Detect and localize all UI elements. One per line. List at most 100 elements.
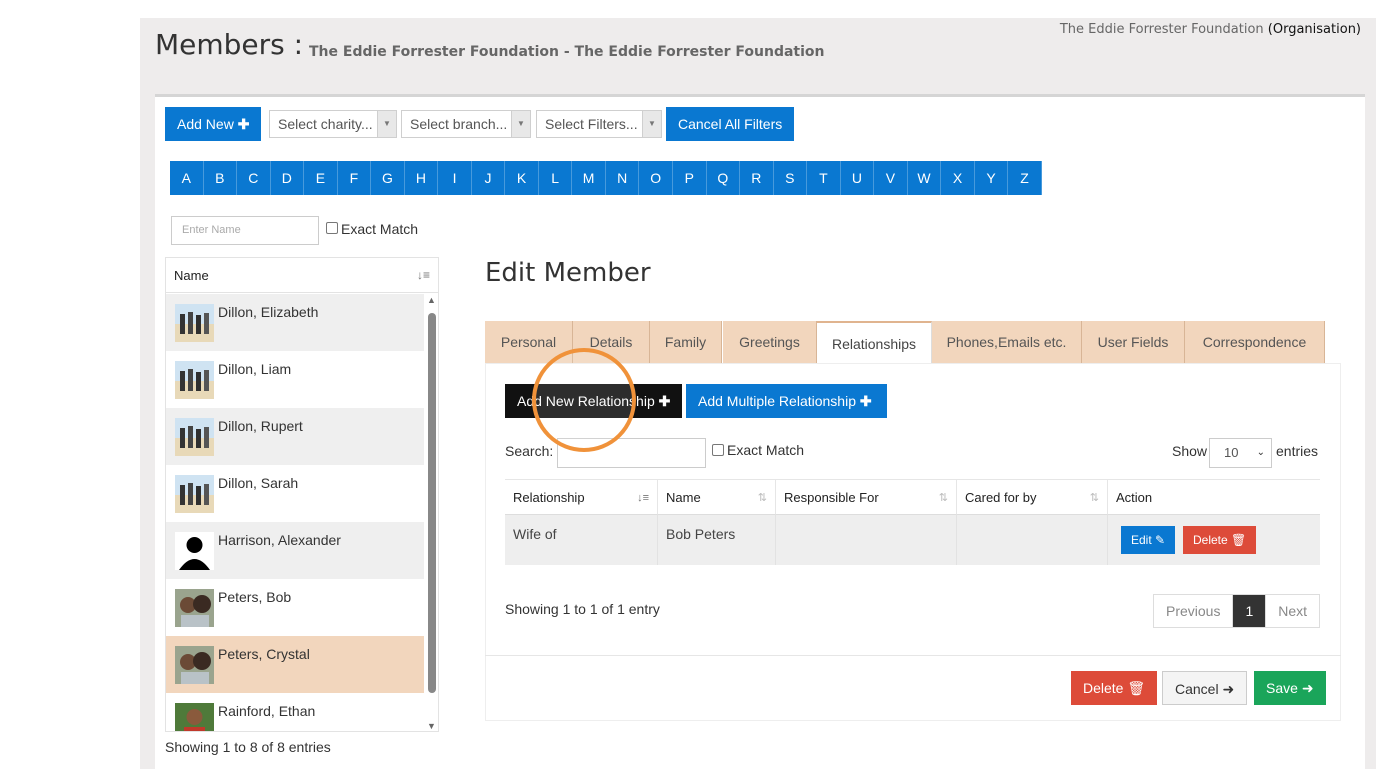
tab-phones-emails-etc[interactable]: Phones,Emails etc. (932, 321, 1082, 363)
delete-member-button[interactable]: Delete 🗑 (1071, 671, 1158, 705)
tab-greetings[interactable]: Greetings (723, 321, 817, 363)
next-page-button[interactable]: Next (1266, 595, 1319, 627)
relationship-exact-match-label: Exact Match (727, 442, 805, 458)
organisation-label: The Eddie Forrester Foundation (Organisa… (1060, 22, 1361, 37)
alphabet-letter-r[interactable]: R (740, 161, 774, 195)
plus-icon: ✚ (237, 116, 250, 132)
member-list-item[interactable]: Dillon, Rupert (166, 408, 424, 465)
scrollbar-thumb[interactable] (428, 313, 436, 693)
alphabet-letter-v[interactable]: V (874, 161, 908, 195)
delete-row-button[interactable]: Delete 🗑 (1183, 526, 1257, 554)
scroll-down-icon[interactable]: ▼ (427, 721, 436, 731)
alphabet-letter-x[interactable]: X (941, 161, 975, 195)
cell-responsible-for (776, 515, 957, 565)
cell-cared-for-by (957, 515, 1108, 565)
tab-family[interactable]: Family (650, 321, 722, 363)
member-name: Dillon, Elizabeth (218, 304, 319, 320)
save-button[interactable]: Save ➜ (1254, 671, 1326, 705)
filters-select-value: Select Filters... (545, 116, 638, 132)
alphabet-letter-k[interactable]: K (505, 161, 539, 195)
organisation-name: The Eddie Forrester Foundation (1059, 22, 1264, 37)
page-length-value: 10 (1224, 445, 1239, 460)
avatar (175, 703, 214, 731)
dropdown-arrow-icon: ▼ (377, 111, 396, 137)
column-header-cared-for-by[interactable]: Cared for by ⇅ (957, 479, 1108, 515)
alphabet-letter-d[interactable]: D (271, 161, 305, 195)
member-list-item[interactable]: Dillon, Liam (166, 351, 424, 408)
alphabet-letter-h[interactable]: H (405, 161, 439, 195)
member-list: Name ↓≡ Dillon, Elizabeth Dillon, Liam Dil… (165, 257, 439, 732)
alphabet-letter-m[interactable]: M (572, 161, 606, 195)
search-label: Search: (505, 443, 554, 459)
alphabet-letter-b[interactable]: B (204, 161, 238, 195)
alphabet-letter-z[interactable]: Z (1008, 161, 1042, 195)
alphabet-letter-c[interactable]: C (237, 161, 271, 195)
alphabet-letter-f[interactable]: F (338, 161, 372, 195)
member-list-item[interactable]: Dillon, Elizabeth (166, 294, 424, 351)
charity-select[interactable]: Select charity... ▼ (269, 110, 397, 138)
edit-icon: ✎ (1155, 533, 1166, 547)
member-list-item[interactable]: Peters, Bob (166, 579, 424, 636)
alphabet-letter-l[interactable]: L (539, 161, 573, 195)
organisation-type: (Organisation) (1267, 22, 1361, 37)
member-list-item[interactable]: Rainford, Ethan (166, 693, 424, 731)
branch-select-value: Select branch... (410, 116, 508, 132)
member-list-header[interactable]: Name ↓≡ (166, 258, 438, 293)
sort-icon: ↓≡ (637, 492, 649, 504)
delete-label: Delete (1193, 533, 1228, 547)
member-list-item[interactable]: Harrison, Alexander (166, 522, 424, 579)
page-1-button[interactable]: 1 (1233, 595, 1267, 627)
avatar (175, 304, 214, 342)
alphabet-letter-n[interactable]: N (606, 161, 640, 195)
exact-match-checkbox[interactable] (326, 222, 338, 234)
page-length-select[interactable]: 10 ⌄ (1209, 438, 1272, 468)
relationship-exact-match-checkbox[interactable] (712, 444, 724, 456)
member-name: Dillon, Sarah (218, 475, 299, 491)
edit-label: Edit (1131, 533, 1152, 547)
alphabet-letter-s[interactable]: S (774, 161, 808, 195)
dropdown-arrow-icon: ▼ (642, 111, 661, 137)
column-header-name[interactable]: Name ⇅ (658, 479, 776, 515)
trash-icon: 🗑 (1127, 680, 1146, 696)
pagination: Previous 1 Next (1153, 594, 1321, 628)
column-header-relationship[interactable]: Relationship ↓≡ (505, 479, 658, 515)
tab-correspondence[interactable]: Correspondence (1185, 321, 1325, 363)
previous-page-button[interactable]: Previous (1154, 595, 1234, 627)
tab-relationships[interactable]: Relationships (817, 321, 932, 363)
click-highlight-ring (532, 348, 636, 452)
add-new-button[interactable]: Add New ✚ (165, 107, 262, 141)
alphabet-letter-q[interactable]: Q (707, 161, 741, 195)
arrow-right-circle-icon: ➜ (1301, 680, 1314, 696)
alphabet-letter-a[interactable]: A (170, 161, 204, 195)
edit-row-button[interactable]: Edit ✎ (1121, 526, 1176, 554)
member-list-item[interactable]: Peters, Crystal (166, 636, 424, 693)
member-list-item[interactable]: Dillon, Sarah (166, 465, 424, 522)
alphabet-letter-i[interactable]: I (438, 161, 472, 195)
column-label: Cared for by (965, 490, 1037, 505)
alphabet-letter-o[interactable]: O (639, 161, 673, 195)
scroll-up-icon[interactable]: ▲ (427, 295, 436, 305)
column-header-action: Action (1108, 479, 1320, 515)
add-multiple-relationship-button[interactable]: Add Multiple Relationship ✚ (686, 384, 887, 418)
branch-select[interactable]: Select branch... ▼ (401, 110, 531, 138)
show-label: Show (1172, 443, 1208, 459)
alphabet-letter-j[interactable]: J (472, 161, 506, 195)
filters-select[interactable]: Select Filters... ▼ (536, 110, 662, 138)
alphabet-letter-e[interactable]: E (304, 161, 338, 195)
tab-user-fields[interactable]: User Fields (1082, 321, 1185, 363)
sort-icon: ⇅ (757, 492, 767, 504)
alphabet-letter-t[interactable]: T (807, 161, 841, 195)
column-label: Relationship (513, 490, 585, 505)
alphabet-letter-u[interactable]: U (841, 161, 875, 195)
alphabet-letter-g[interactable]: G (371, 161, 405, 195)
member-name: Peters, Bob (218, 589, 292, 605)
alphabet-letter-y[interactable]: Y (975, 161, 1009, 195)
avatar (175, 589, 214, 627)
cancel-all-filters-button[interactable]: Cancel All Filters (666, 107, 795, 141)
name-search-input[interactable]: Enter Name (171, 216, 319, 245)
alphabet-letter-p[interactable]: P (673, 161, 707, 195)
alphabet-letter-w[interactable]: W (908, 161, 942, 195)
column-header-responsible-for[interactable]: Responsible For ⇅ (776, 479, 957, 515)
dropdown-arrow-icon: ▼ (511, 111, 530, 137)
cancel-button[interactable]: Cancel ➜ (1162, 671, 1248, 705)
